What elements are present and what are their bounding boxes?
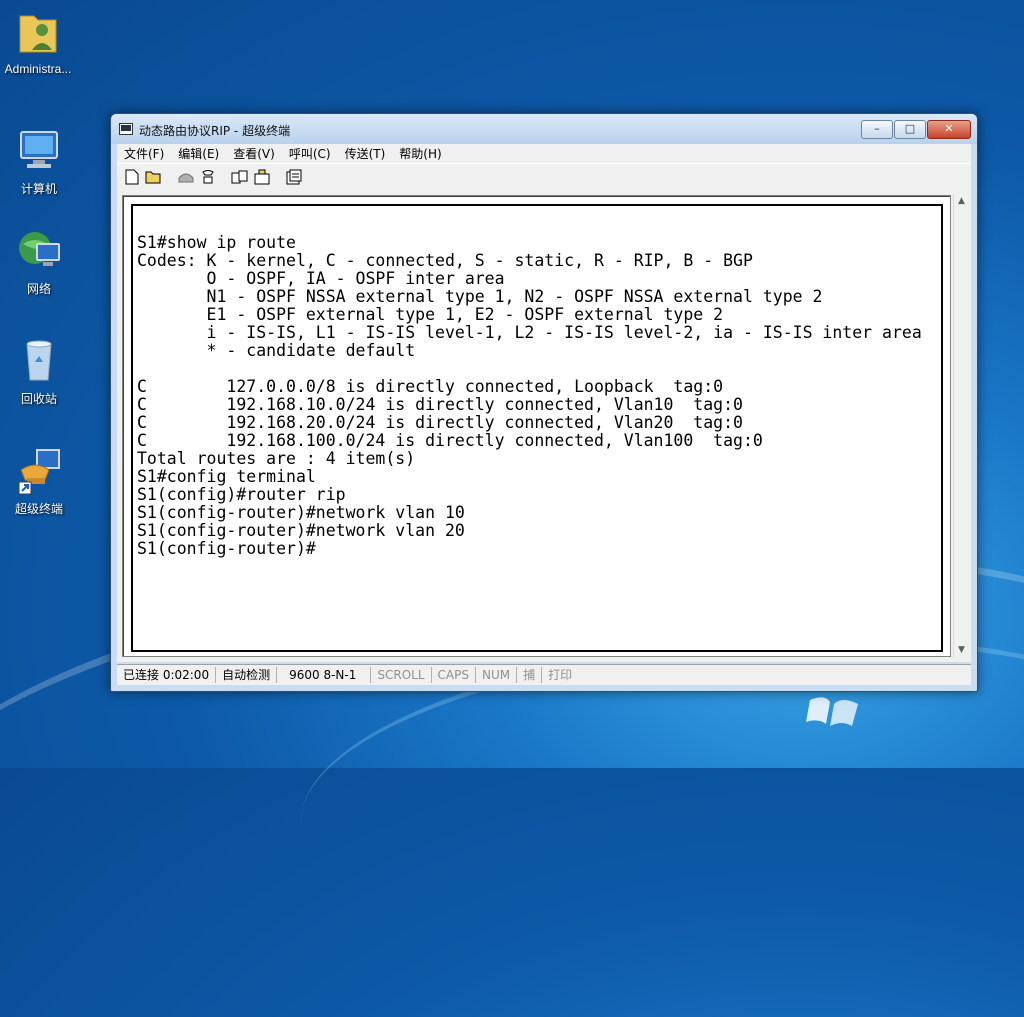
- window-title: 动态路由协议RIP - 超级终端: [139, 124, 291, 138]
- minimize-button[interactable]: –: [861, 120, 893, 139]
- disconnect-icon: [178, 173, 194, 183]
- maximize-button[interactable]: □: [894, 120, 926, 139]
- desktop-icon-administrator[interactable]: Administra...: [0, 6, 76, 76]
- terminal-line: Total routes are : 4 item(s): [137, 449, 416, 468]
- menu-view[interactable]: 查看(V): [226, 145, 282, 162]
- status-bar: 已连接 0:02:00 自动检测 9600 8-N-1 SCROLL CAPS …: [117, 664, 971, 685]
- terminal-line: S1(config)#router rip: [137, 485, 346, 504]
- terminal-line: C 127.0.0.0/8 is directly connected, Loo…: [137, 377, 724, 396]
- status-caps: CAPS: [432, 667, 476, 683]
- close-icon: ✕: [944, 122, 954, 135]
- terminal-line: i - IS-IS, L1 - IS-IS level-1, L2 - IS-I…: [137, 323, 922, 342]
- disconnect-button[interactable]: [177, 168, 195, 186]
- network-globe-icon: [19, 232, 60, 266]
- new-icon: [125, 169, 139, 185]
- title-bar[interactable]: 动态路由协议RIP - 超级终端 – □ ✕: [111, 114, 977, 144]
- terminal-line: C 192.168.10.0/24 is directly connected,…: [137, 395, 743, 414]
- properties-icon: [286, 169, 302, 185]
- receive-button[interactable]: [253, 168, 271, 186]
- send-icon: [231, 170, 248, 184]
- terminal-line: N1 - OSPF NSSA external type 1, N2 - OSP…: [137, 287, 823, 306]
- terminal-line: E1 - OSPF external type 1, E2 - OSPF ext…: [137, 305, 724, 324]
- terminal-client-area: S1#show ip route Codes: K - kernel, C - …: [117, 190, 971, 662]
- receive-icon: [254, 169, 270, 185]
- terminal-line: S1(config-router)#: [137, 539, 316, 558]
- desktop-icon-label: 超级终端: [14, 502, 63, 516]
- desktop-icon-hyperterminal[interactable]: 超级终端: [1, 444, 77, 517]
- menu-file[interactable]: 文件(F): [117, 145, 171, 162]
- status-capture: 捕: [517, 667, 543, 683]
- status-connected-time: 已连接 0:02:00: [117, 667, 217, 683]
- status-scroll: SCROLL: [371, 667, 432, 683]
- window-controls: – □ ✕: [860, 120, 971, 139]
- terminal-line: Codes: K - kernel, C - connected, S - st…: [137, 251, 753, 270]
- terminal-line: C 192.168.100.0/24 is directly connected…: [137, 431, 763, 450]
- toolbar: [117, 163, 971, 191]
- recycle-bin-icon: [26, 340, 52, 381]
- status-print: 打印: [548, 668, 573, 682]
- desktop-icon-label: 网络: [26, 282, 51, 296]
- desktop-icon-computer[interactable]: 计算机: [1, 124, 77, 197]
- vertical-scrollbar[interactable]: ▲ ▼: [953, 194, 969, 658]
- menu-bar: 文件(F) 编辑(E) 查看(V) 呼叫(C) 传送(T) 帮助(H): [117, 144, 971, 163]
- terminal-line: S1#config terminal: [137, 467, 316, 486]
- status-num: NUM: [476, 667, 518, 683]
- close-button[interactable]: ✕: [927, 120, 971, 139]
- scroll-up-arrow-icon[interactable]: ▲: [954, 194, 969, 209]
- terminal-app-icon: [119, 123, 133, 135]
- desktop-icon-label: Administra...: [4, 62, 72, 76]
- scroll-down-arrow-icon[interactable]: ▼: [954, 643, 969, 658]
- desktop-icon-recycle-bin[interactable]: 回收站: [1, 334, 77, 407]
- properties-button[interactable]: [285, 168, 303, 186]
- desktop-icon-label: 计算机: [20, 182, 57, 196]
- user-folder-icon: [19, 15, 57, 53]
- new-button[interactable]: [123, 168, 141, 186]
- terminal-line: S1(config-router)#network vlan 20: [137, 521, 465, 540]
- menu-call[interactable]: 呼叫(C): [282, 145, 338, 162]
- terminal-line: S1(config-router)#network vlan 10: [137, 503, 465, 522]
- hyperterminal-window: 动态路由协议RIP - 超级终端 – □ ✕ 文件(F) 编辑(E) 查看(V)…: [110, 113, 978, 692]
- desktop-icon-label: 回收站: [20, 392, 57, 406]
- terminal-line: C 192.168.20.0/24 is directly connected,…: [137, 413, 743, 432]
- status-port-settings: 9600 8-N-1: [277, 667, 372, 683]
- terminal-frame: S1#show ip route Codes: K - kernel, C - …: [122, 195, 951, 657]
- call-icon: [202, 170, 214, 184]
- maximize-icon: □: [904, 122, 916, 135]
- terminal-output: S1#show ip route Codes: K - kernel, C - …: [137, 234, 922, 558]
- terminal-line: O - OSPF, IA - OSPF inter area: [137, 269, 505, 288]
- open-icon: [145, 171, 161, 184]
- menu-help[interactable]: 帮助(H): [392, 145, 448, 162]
- windows-logo-icon: [806, 697, 858, 726]
- desktop-icon-network[interactable]: 网络: [1, 224, 77, 297]
- open-button[interactable]: [145, 168, 163, 186]
- terminal-screen[interactable]: S1#show ip route Codes: K - kernel, C - …: [131, 204, 943, 652]
- computer-icon: [20, 131, 58, 168]
- status-auto-detect: 自动检测: [216, 667, 278, 683]
- hyperterminal-icon: [18, 449, 60, 495]
- terminal-line: S1#show ip route: [137, 233, 296, 252]
- menu-transfer[interactable]: 传送(T): [338, 145, 393, 162]
- send-button[interactable]: [231, 168, 249, 186]
- menu-edit[interactable]: 编辑(E): [171, 145, 226, 162]
- minimize-icon: –: [874, 122, 880, 135]
- terminal-line: * - candidate default: [137, 341, 416, 360]
- call-button[interactable]: [199, 168, 217, 186]
